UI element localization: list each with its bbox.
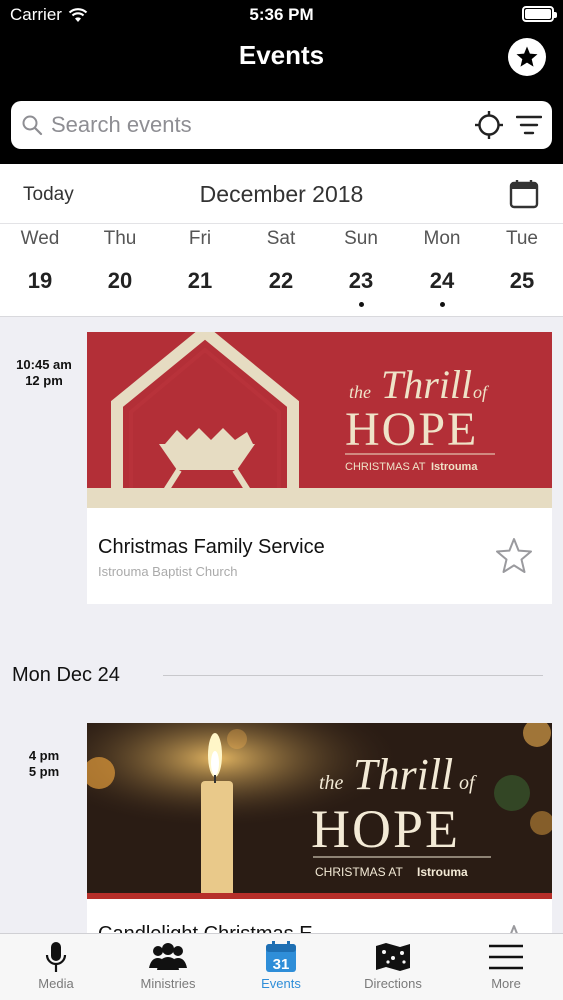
- day-mon[interactable]: Mon 24: [402, 228, 482, 307]
- top-header: Carrier 5:36 PM Events Search events: [0, 0, 563, 164]
- calendar-31-icon: 31: [266, 941, 296, 973]
- tab-label: More: [491, 976, 521, 991]
- svg-text:the: the: [319, 772, 344, 794]
- favorites-button[interactable]: [508, 38, 546, 76]
- tab-label: Events: [261, 976, 301, 991]
- day-number: 19: [27, 268, 53, 293]
- svg-text:31: 31: [273, 956, 290, 973]
- svg-text:Istrouma: Istrouma: [417, 865, 468, 879]
- day-name: Thu: [103, 228, 137, 249]
- map-icon: [376, 943, 410, 971]
- event-title: Christmas Family Service: [98, 536, 325, 558]
- tab-more[interactable]: More: [450, 940, 562, 1000]
- event-banner-image: the Thrill of HOPE CHRISTMAS AT Istrouma: [87, 332, 552, 508]
- tab-bar: Media Ministries 31 Events Directions Mo…: [0, 933, 563, 1000]
- svg-text:Istrouma: Istrouma: [431, 461, 478, 473]
- event-start-time: 10:45 am: [16, 357, 72, 372]
- day-name: Wed: [20, 228, 60, 249]
- search-bar[interactable]: Search events: [11, 101, 552, 149]
- status-bar: Carrier 5:36 PM: [0, 0, 563, 30]
- svg-text:CHRISTMAS AT: CHRISTMAS AT: [345, 461, 426, 473]
- day-name: Tue: [505, 228, 539, 249]
- event-time: 4 pm 5 pm: [0, 748, 88, 780]
- page-title: Events: [238, 40, 325, 70]
- svg-text:Thrill: Thrill: [353, 750, 453, 799]
- calendar-icon[interactable]: [509, 179, 539, 209]
- hamburger-icon: [489, 944, 523, 970]
- tab-label: Directions: [364, 976, 422, 991]
- day-wed[interactable]: Wed 19: [0, 228, 80, 294]
- tab-label: Media: [38, 976, 74, 991]
- day-name: Sun: [344, 228, 378, 249]
- day-number: 23: [348, 268, 374, 293]
- microphone-icon: [45, 942, 67, 972]
- tab-label: Ministries: [140, 976, 196, 991]
- section-header: Mon Dec 24: [12, 664, 120, 686]
- date-selector: Today December 2018 Wed 19 Thu 20 Fri 21…: [0, 164, 563, 317]
- people-icon: [149, 943, 187, 970]
- location-target-icon[interactable]: [474, 110, 504, 140]
- svg-text:HOPE: HOPE: [345, 403, 478, 456]
- status-time: 5:36 PM: [249, 5, 314, 24]
- filter-icon[interactable]: [516, 114, 542, 136]
- event-start-time: 4 pm: [28, 748, 60, 763]
- tab-media[interactable]: Media: [0, 940, 112, 1000]
- event-indicator-dot: [358, 302, 364, 307]
- day-number: 24: [429, 268, 455, 293]
- svg-text:of: of: [459, 772, 477, 794]
- day-number: 25: [509, 268, 535, 293]
- event-end-time: 12 pm: [25, 373, 63, 388]
- day-number: 21: [187, 268, 213, 293]
- event-indicator-dot: [439, 302, 445, 307]
- day-thu[interactable]: Thu 20: [80, 228, 160, 294]
- event-end-time: 5 pm: [28, 764, 60, 779]
- tab-events[interactable]: 31 Events: [225, 940, 337, 1000]
- search-input[interactable]: Search events: [51, 112, 474, 138]
- svg-text:the: the: [349, 382, 371, 402]
- tab-directions[interactable]: Directions: [337, 940, 449, 1000]
- svg-text:Thrill: Thrill: [381, 362, 472, 407]
- day-fri[interactable]: Fri 21: [160, 228, 240, 294]
- day-sat[interactable]: Sat 22: [241, 228, 321, 294]
- svg-text:CHRISTMAS AT: CHRISTMAS AT: [315, 865, 403, 879]
- day-name: Mon: [423, 228, 461, 249]
- svg-text:HOPE: HOPE: [311, 799, 460, 859]
- day-name: Fri: [188, 228, 212, 249]
- section-divider: [163, 675, 543, 676]
- event-card[interactable]: the Thrill of HOPE CHRISTMAS AT Istrouma…: [87, 332, 552, 604]
- event-banner-image: the Thrill of HOPE CHRISTMAS AT Istrouma: [87, 723, 552, 899]
- date-divider: [0, 223, 563, 224]
- events-screen: Carrier 5:36 PM Events Search events Tod…: [0, 0, 563, 1000]
- day-sun[interactable]: Sun 23: [321, 228, 401, 307]
- month-label: December 2018: [199, 181, 364, 207]
- star-icon: [516, 46, 538, 67]
- day-name: Sat: [266, 228, 296, 249]
- day-number: 20: [107, 268, 133, 293]
- event-time: 10:45 am 12 pm: [0, 357, 88, 389]
- search-icon: [22, 115, 43, 136]
- day-number: 22: [268, 268, 294, 293]
- day-tue[interactable]: Tue 25: [482, 228, 562, 294]
- favorite-star-icon[interactable]: [494, 536, 534, 576]
- event-location: Istrouma Baptist Church: [98, 564, 238, 579]
- week-strip: Wed 19 Thu 20 Fri 21 Sat 22 Sun 23 Mon 2…: [0, 228, 563, 308]
- tab-ministries[interactable]: Ministries: [112, 940, 224, 1000]
- battery-icon: [522, 6, 557, 22]
